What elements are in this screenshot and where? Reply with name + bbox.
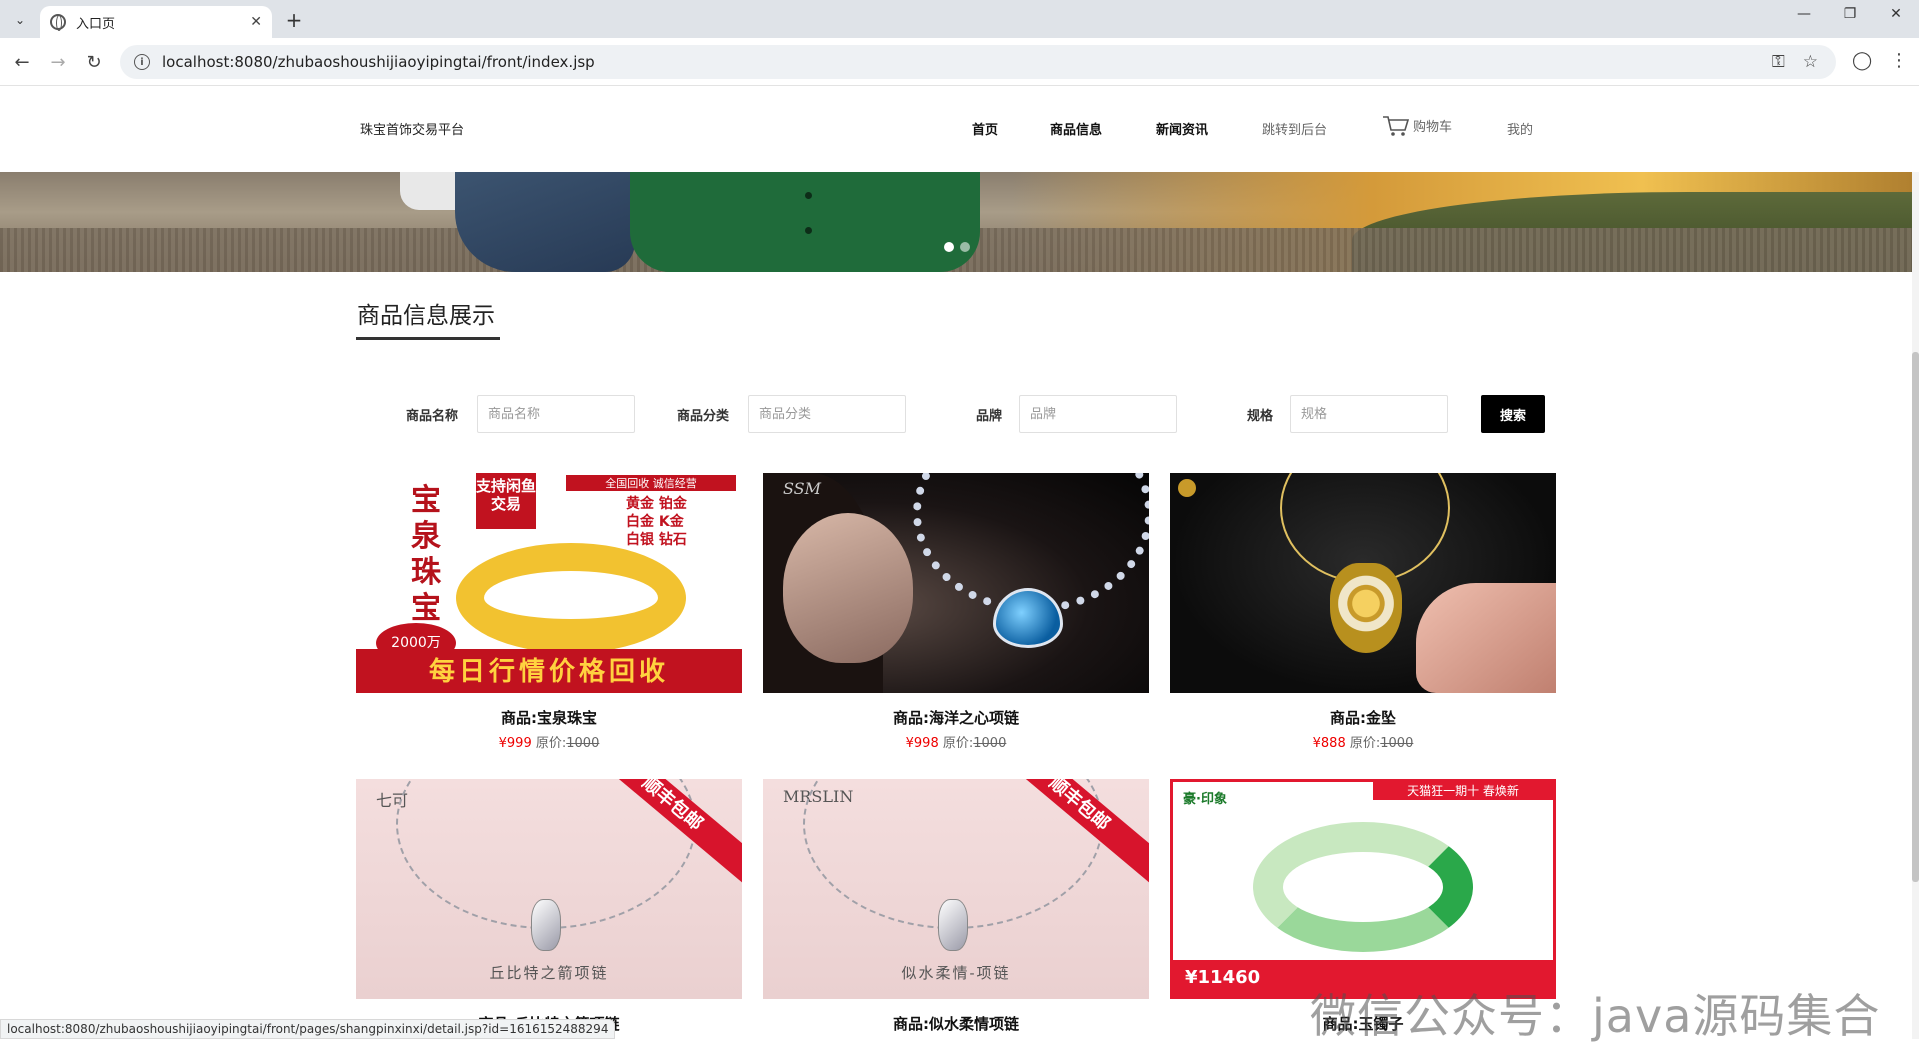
watermark-text: 微信公众号：java源码集合 [1310, 989, 1881, 1043]
product-card[interactable]: SSM 商品:海洋之心项链 ¥998 原价:1000 [763, 473, 1149, 751]
brand-filter-label: 品牌 [976, 409, 1003, 424]
art-badge: 支持闲鱼交易 [476, 473, 536, 529]
name-filter-label: 商品名称 [406, 409, 459, 424]
product-card[interactable]: 宝泉珠宝 支持闲鱼交易 全国回收 诚信经营 黄金 铂金 白金 K金 白银 钻石 … [356, 473, 742, 751]
nav-cart[interactable]: 购物车 [1382, 115, 1452, 137]
product-image[interactable]: MRSLIN 顺丰包邮 似水柔情-项链 [763, 779, 1149, 999]
product-image[interactable]: 七可 顺丰包邮 丘比特之箭项链 [356, 779, 742, 999]
scrollbar-thumb[interactable] [1912, 352, 1919, 882]
nav-products[interactable]: 商品信息 [1050, 119, 1102, 138]
product-image[interactable]: 豪·印象 天猫狂一期十 春焕新 ¥11460 [1170, 779, 1556, 999]
nav-admin[interactable]: 跳转到后台 [1262, 119, 1327, 138]
tab-title: 入口页 [76, 16, 116, 32]
product-name[interactable]: 商品:似水柔情项链 [763, 1013, 1149, 1034]
browser-tab-strip: ⌄ 入口页 ✕ + — ❐ ✕ [0, 0, 1919, 38]
browser-menu-icon[interactable]: ⋮ [1890, 50, 1908, 71]
product-card[interactable]: 七可 顺丰包邮 丘比特之箭项链 商品:丘比特之箭项链 [356, 779, 742, 1034]
spec-filter-label: 规格 [1247, 409, 1274, 424]
carousel-dots [944, 242, 970, 252]
back-icon[interactable]: ← [8, 48, 36, 76]
search-button[interactable]: 搜索 [1481, 395, 1545, 433]
nav-home[interactable]: 首页 [972, 119, 998, 138]
silver-pendant-shape [938, 899, 968, 951]
banner-person-blue [455, 172, 635, 272]
art-slogan: 每日行情价格回收 [428, 657, 669, 687]
product-image[interactable]: SSM [763, 473, 1149, 693]
gold-bangle-shape [456, 543, 686, 653]
section-underline [356, 337, 500, 340]
close-tab-icon[interactable]: ✕ [250, 14, 262, 30]
url-text[interactable]: localhost:8080/zhubaoshoushijiaoyipingta… [162, 53, 1772, 71]
art-caption: 丘比特之箭项链 [489, 964, 609, 982]
nav-news[interactable]: 新闻资讯 [1156, 119, 1208, 138]
banner-person-green [630, 172, 980, 272]
product-price: ¥998 原价:1000 [905, 736, 1007, 751]
minimize-icon[interactable]: — [1781, 6, 1827, 22]
product-image[interactable]: 宝泉珠宝 支持闲鱼交易 全国回收 诚信经营 黄金 铂金 白金 K金 白银 钻石 … [356, 473, 742, 693]
category-filter-label: 商品分类 [677, 409, 730, 424]
jade-bangle-shape [1253, 822, 1473, 952]
art-top-bar: 天猫狂一期十 春焕新 [1373, 782, 1553, 800]
name-filter-input[interactable] [477, 395, 635, 433]
gold-pearl-pendant-shape [1330, 563, 1402, 653]
art-logo: 豪·印象 [1183, 792, 1227, 807]
browser-toolbar: ← → ↻ i localhost:8080/zhubaoshoushijiao… [0, 38, 1919, 86]
brand-filter-input[interactable] [1019, 395, 1177, 433]
spec-filter-input[interactable] [1290, 395, 1448, 433]
product-image[interactable] [1170, 473, 1556, 693]
link-status-bar: localhost:8080/zhubaoshoushijiaoyipingta… [0, 1019, 616, 1039]
section-title: 商品信息展示 [357, 303, 495, 329]
art-tag: 全国回收 诚信经营 [566, 475, 736, 491]
site-brand[interactable]: 珠宝首饰交易平台 [360, 119, 464, 138]
forward-icon[interactable]: → [44, 48, 72, 76]
art-logo-icon [1178, 479, 1196, 497]
product-name[interactable]: 商品:海洋之心项链 [763, 707, 1149, 728]
product-card[interactable]: 商品:金坠 ¥888 原价:1000 [1170, 473, 1556, 751]
art-logo: SSM [783, 479, 822, 498]
nav-mine[interactable]: 我的 [1507, 119, 1533, 138]
globe-icon [50, 14, 66, 31]
cart-icon [1383, 116, 1410, 136]
site-header: 珠宝首饰交易平台 首页 商品信息 新闻资讯 跳转到后台 购物车 我的 [0, 87, 1919, 172]
browser-tab[interactable]: 入口页 ✕ [40, 6, 272, 38]
tab-search-icon[interactable]: ⌄ [8, 8, 32, 32]
product-name[interactable]: 商品:金坠 [1170, 707, 1556, 728]
address-bar[interactable]: i localhost:8080/zhubaoshoushijiaoyiping… [120, 45, 1836, 79]
category-filter-input[interactable] [748, 395, 906, 433]
profile-icon[interactable]: ◯ [1852, 50, 1872, 71]
hero-carousel[interactable] [0, 172, 1912, 272]
product-price: ¥888 原价:1000 [1312, 736, 1414, 751]
close-window-icon[interactable]: ✕ [1873, 6, 1919, 22]
bookmark-star-icon[interactable]: ☆ [1803, 52, 1818, 72]
site-info-icon[interactable]: i [134, 54, 150, 70]
password-key-icon[interactable]: ⚿ [1772, 52, 1785, 72]
reload-icon[interactable]: ↻ [80, 48, 108, 76]
silver-pendant-shape [531, 899, 561, 951]
art-face [783, 513, 913, 663]
art-vertical-text: 宝泉珠宝 [411, 483, 441, 626]
product-price: ¥999 原价:1000 [498, 736, 600, 751]
art-list: 黄金 铂金 白金 K金 白银 钻石 [626, 496, 687, 548]
product-card[interactable]: MRSLIN 顺丰包邮 似水柔情-项链 商品:似水柔情项链 [763, 779, 1149, 1034]
carousel-dot-2[interactable] [960, 242, 970, 252]
restore-icon[interactable]: ❐ [1827, 6, 1873, 22]
product-name[interactable]: 商品:宝泉珠宝 [356, 707, 742, 728]
nav-cart-label: 购物车 [1413, 120, 1453, 135]
carousel-dot-1[interactable] [944, 242, 954, 252]
new-tab-icon[interactable]: + [282, 8, 306, 32]
art-caption: 似水柔情-项链 [901, 964, 1011, 982]
art-hand [1416, 583, 1556, 693]
